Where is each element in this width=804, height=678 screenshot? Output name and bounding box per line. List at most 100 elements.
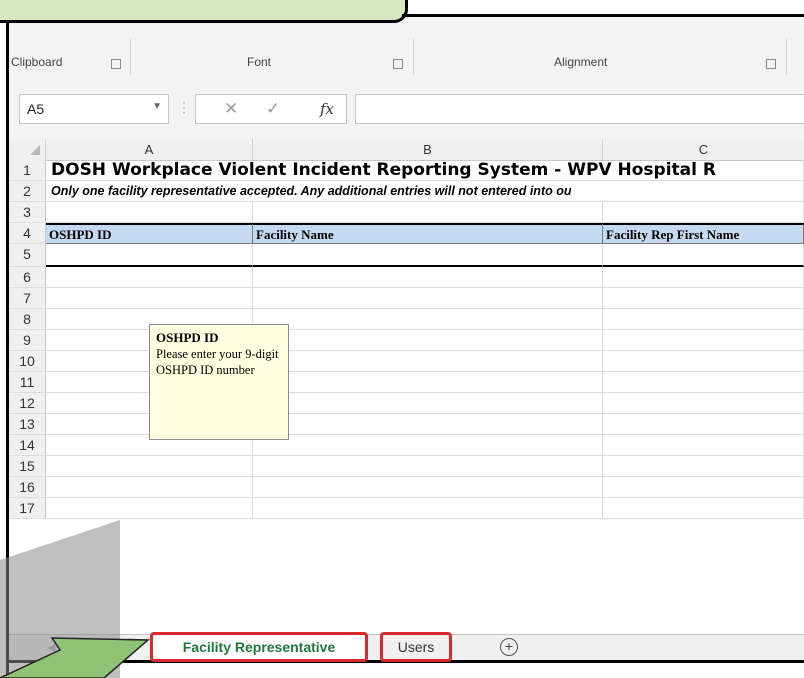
cell-a7[interactable]	[46, 288, 253, 309]
cell-c5[interactable]	[603, 244, 804, 267]
cell-c14[interactable]	[603, 435, 804, 456]
row-header[interactable]: 14	[9, 435, 46, 456]
cell-b16[interactable]	[253, 477, 603, 498]
ribbon-separator	[130, 39, 131, 75]
cell-c17[interactable]	[603, 498, 804, 519]
enter-check-icon[interactable]: ✓	[266, 99, 280, 119]
green-callout-box	[0, 0, 408, 23]
cell-c11[interactable]	[603, 372, 804, 393]
tab-users[interactable]: Users	[380, 632, 452, 662]
formula-bar-tools: ✕ ✓ fx	[195, 94, 347, 124]
cell-a6[interactable]	[46, 267, 253, 288]
table-header-row: 4 OSHPD ID Facility Name Facility Rep Fi…	[9, 223, 804, 244]
clipboard-dialog-launcher-icon[interactable]	[111, 59, 121, 69]
column-header-a[interactable]: A	[46, 139, 253, 160]
cell-b6[interactable]	[253, 267, 603, 288]
comment-body: Please enter your 9-digit OSHPD ID numbe…	[156, 347, 279, 377]
cell-comment-tooltip: OSHPD ID Please enter your 9-digit OSHPD…	[149, 324, 289, 440]
insert-function-icon[interactable]: fx	[320, 100, 334, 118]
row-header[interactable]: 11	[9, 372, 46, 393]
table-row: 5	[9, 244, 804, 267]
cancel-icon[interactable]: ✕	[224, 99, 238, 119]
table-row: 3	[9, 202, 804, 223]
ribbon-group-alignment-label: Alignment	[554, 55, 608, 69]
cell-b11[interactable]	[253, 372, 603, 393]
row-header[interactable]: 7	[9, 288, 46, 309]
cell-c7[interactable]	[603, 288, 804, 309]
table-row: 7	[9, 288, 804, 309]
table-row: 17	[9, 498, 804, 519]
cell-b8[interactable]	[253, 309, 603, 330]
row-header[interactable]: 10	[9, 351, 46, 372]
cell-a17[interactable]	[46, 498, 253, 519]
cell-a16[interactable]	[46, 477, 253, 498]
cell-c2[interactable]	[603, 181, 804, 202]
add-sheet-icon[interactable]: +	[500, 638, 518, 656]
row-header[interactable]: 4	[9, 223, 46, 244]
column-header-row: A B C	[9, 139, 804, 161]
cell-a3[interactable]	[46, 202, 253, 223]
cell-b9[interactable]	[253, 330, 603, 351]
cell-a15[interactable]	[46, 456, 253, 477]
column-header-b[interactable]: B	[253, 139, 603, 160]
name-box[interactable]: A5 ▼	[19, 94, 169, 124]
chevron-down-icon[interactable]: ▼	[152, 101, 162, 112]
alignment-dialog-launcher-icon[interactable]	[766, 59, 776, 69]
table-row: 8	[9, 309, 804, 330]
cell-c13[interactable]	[603, 414, 804, 435]
cell-c6[interactable]	[603, 267, 804, 288]
row-header[interactable]: 6	[9, 267, 46, 288]
row-header[interactable]: 9	[9, 330, 46, 351]
cell-b12[interactable]	[253, 393, 603, 414]
header-oshpd-id[interactable]: OSHPD ID	[46, 223, 253, 244]
cell-c10[interactable]	[603, 351, 804, 372]
cell-c12[interactable]	[603, 393, 804, 414]
row-header[interactable]: 13	[9, 414, 46, 435]
ribbon-separator	[413, 39, 414, 75]
ribbon-separator	[786, 39, 787, 75]
sheet-note: Only one facility representative accepte…	[51, 184, 572, 198]
row-header[interactable]: 15	[9, 456, 46, 477]
row-header[interactable]: 2	[9, 181, 46, 202]
row-header[interactable]: 16	[9, 477, 46, 498]
cell-b3[interactable]	[253, 202, 603, 223]
cell-c3[interactable]	[603, 202, 804, 223]
cell-c9[interactable]	[603, 330, 804, 351]
cell-b17[interactable]	[253, 498, 603, 519]
cell-a5-selected[interactable]	[46, 244, 253, 267]
table-row: 14	[9, 435, 804, 456]
row-header[interactable]: 1	[9, 160, 46, 181]
row-header[interactable]: 3	[9, 202, 46, 223]
green-pointer-arrow-icon	[0, 637, 150, 678]
cell-c16[interactable]	[603, 477, 804, 498]
cell-b15[interactable]	[253, 456, 603, 477]
cell-b10[interactable]	[253, 351, 603, 372]
row-header[interactable]: 5	[9, 244, 46, 267]
cell-c15[interactable]	[603, 456, 804, 477]
row-header[interactable]: 8	[9, 309, 46, 330]
cell-b7[interactable]	[253, 288, 603, 309]
cell-b13[interactable]	[253, 414, 603, 435]
header-facility-name[interactable]: Facility Name	[253, 223, 603, 244]
row-header[interactable]: 12	[9, 393, 46, 414]
ribbon-group-clipboard-label: Clipboard	[11, 55, 63, 69]
tab-facility-representative[interactable]: Facility Representative	[150, 632, 368, 662]
font-dialog-launcher-icon[interactable]	[393, 59, 403, 69]
ribbon: Clipboard Font Alignment	[9, 17, 804, 80]
cell-b5[interactable]	[253, 244, 603, 267]
row-header[interactable]: 17	[9, 498, 46, 519]
cell-c8[interactable]	[603, 309, 804, 330]
ribbon-group-font-label: Font	[247, 55, 272, 69]
name-box-value: A5	[27, 101, 45, 117]
table-row: 16	[9, 477, 804, 498]
header-facility-rep-first-name[interactable]: Facility Rep First Name	[603, 223, 804, 244]
formula-input[interactable]	[355, 94, 804, 124]
cell-b14[interactable]	[253, 435, 603, 456]
excel-window: Clipboard Font Alignment A5 ▼ ⋮ ✕ ✓ fx A…	[0, 0, 804, 678]
formula-bar: A5 ▼ ⋮ ✕ ✓ fx	[9, 79, 804, 139]
table-row: 10	[9, 351, 804, 372]
select-all-corner[interactable]	[9, 139, 46, 160]
select-all-triangle-icon	[30, 145, 40, 155]
column-header-c[interactable]: C	[603, 139, 804, 160]
table-row: 1 DOSH Workplace Violent Incident Report…	[9, 160, 804, 181]
